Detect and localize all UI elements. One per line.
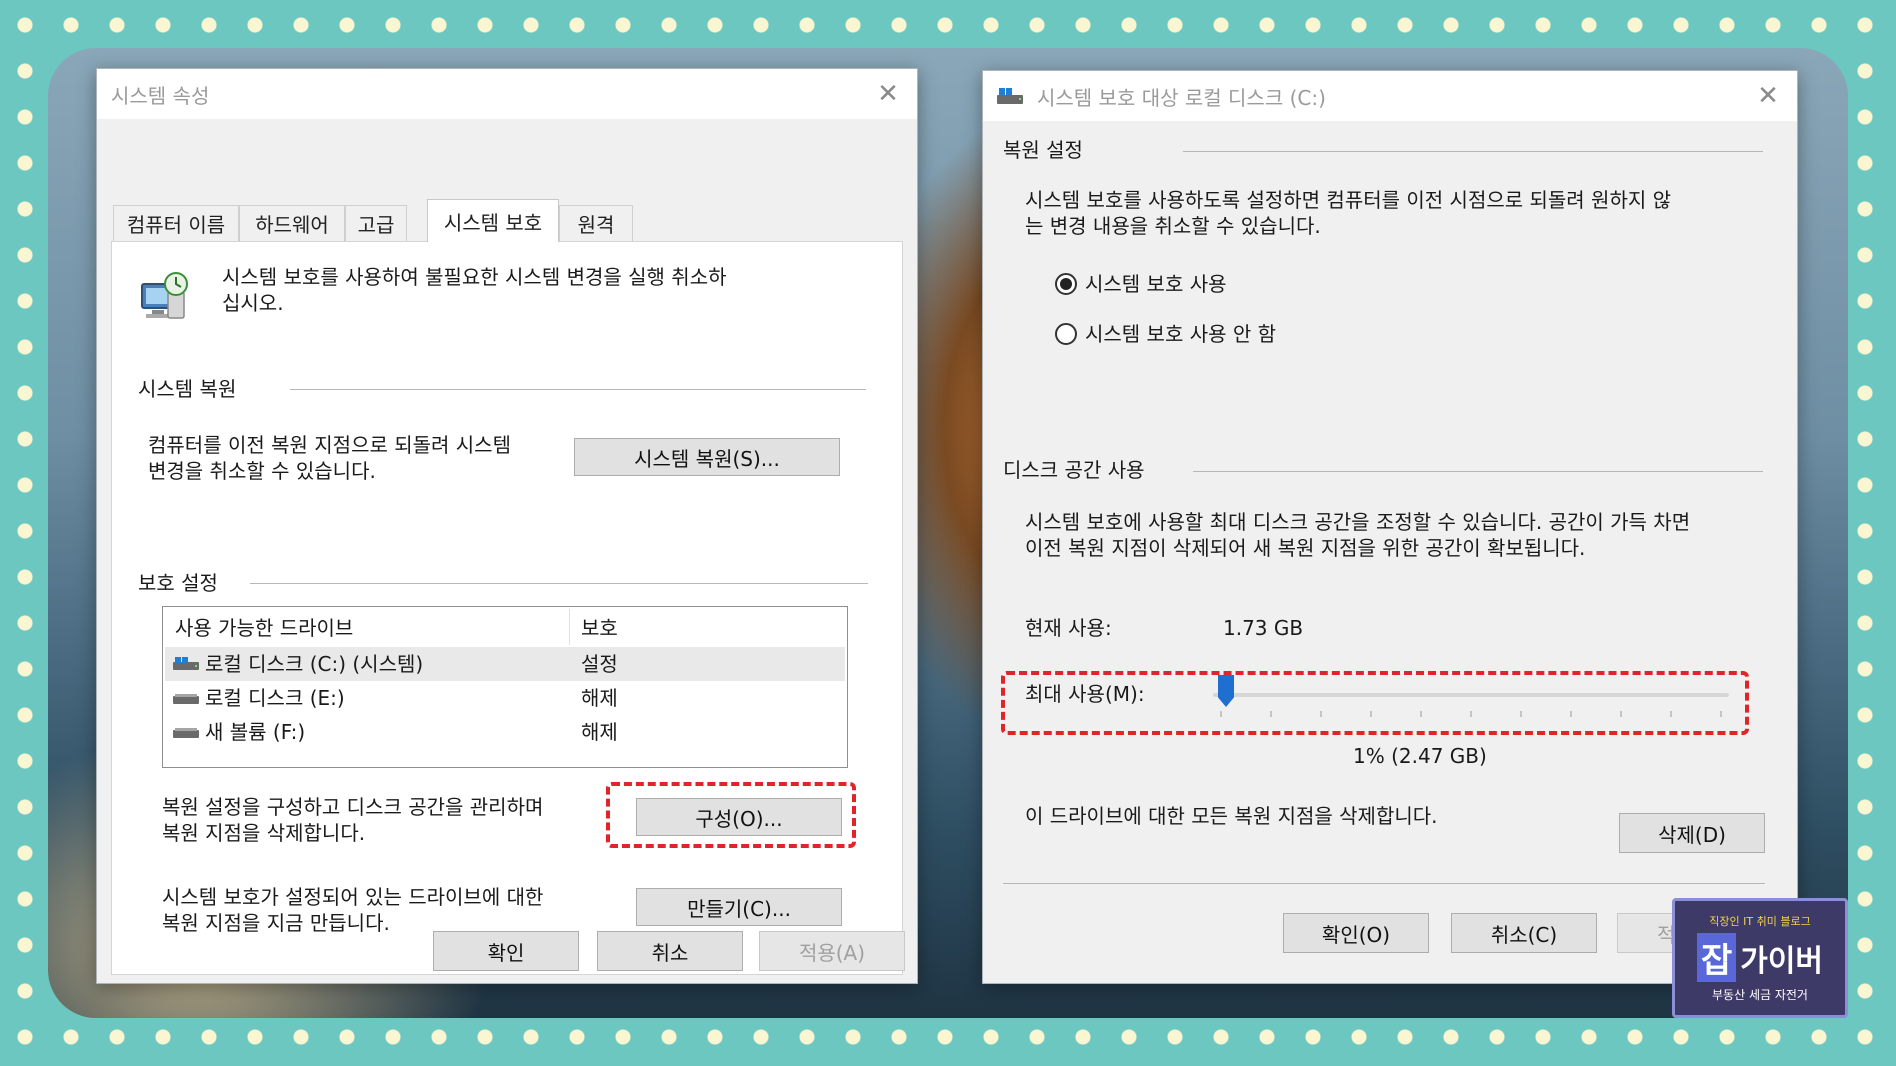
logo-bottom-text: 부동산 세금 자전거 bbox=[1712, 988, 1808, 1002]
drive-name: 새 볼륨 (F:) bbox=[205, 720, 306, 744]
close-icon[interactable]: ✕ bbox=[871, 77, 905, 111]
logo-main-text: 잡 가이버 bbox=[1696, 933, 1824, 982]
restore-desc-line2: 변경을 취소할 수 있습니다. bbox=[148, 459, 376, 483]
system-protection-icon bbox=[141, 272, 188, 319]
current-usage-value: 1.73 GB bbox=[1223, 616, 1304, 640]
drive-name: 로컬 디스크 (C:) (시스템) bbox=[205, 652, 424, 676]
cancel-button[interactable]: 취소 bbox=[597, 931, 743, 971]
max-usage-value: 1% (2.47 GB) bbox=[1353, 744, 1487, 768]
blog-logo: 직장인 IT 취미 블로그 잡 가이버 부동산 세금 자전거 bbox=[1672, 898, 1848, 1018]
section-title-system-restore: 시스템 복원 bbox=[138, 377, 237, 401]
section-title-restore-settings: 복원 설정 bbox=[1003, 138, 1083, 162]
radio-enable-protection[interactable] bbox=[1055, 273, 1077, 295]
section-divider bbox=[250, 583, 868, 584]
slider-thumb[interactable] bbox=[1218, 675, 1234, 707]
ok-button[interactable]: 확인 bbox=[433, 931, 579, 971]
create-desc-line2: 복원 지점을 지금 만듭니다. bbox=[162, 911, 390, 935]
section-divider bbox=[1183, 151, 1763, 152]
restore-desc-line1: 컴퓨터를 이전 복원 지점으로 되돌려 시스템 bbox=[148, 433, 511, 457]
drives-table: 사용 가능한 드라이브 보호 로컬 디스크 (C:) (시스템) 설정 로컬 디… bbox=[162, 606, 848, 768]
button-label: 삭제(D) bbox=[1658, 822, 1726, 847]
system-protection-drive-dialog: 시스템 보호 대상 로컬 디스크 (C:) ✕ 복원 설정 시스템 보호를 사용… bbox=[982, 70, 1798, 984]
table-row[interactable]: 로컬 디스크 (C:) (시스템) 설정 bbox=[165, 647, 845, 681]
section-divider bbox=[1193, 471, 1763, 472]
radio-disable-label[interactable]: 시스템 보호 사용 안 함 bbox=[1085, 321, 1276, 347]
slider-track bbox=[1213, 693, 1729, 697]
tab-label: 하드웨어 bbox=[255, 213, 329, 237]
button-label: 구성(O)... bbox=[695, 806, 783, 831]
button-label: 확인 bbox=[487, 940, 525, 965]
create-button[interactable]: 만들기(C)... bbox=[636, 888, 842, 926]
restore-settings-desc-line2: 는 변경 내용을 취소할 수 있습니다. bbox=[1025, 214, 1321, 238]
button-label: 취소 bbox=[651, 940, 689, 965]
logo-main-a: 잡 bbox=[1696, 933, 1737, 982]
tab-hardware[interactable]: 하드웨어 bbox=[239, 205, 345, 241]
logo-top-text: 직장인 IT 취미 블로그 bbox=[1709, 915, 1811, 928]
apply-button[interactable]: 적용(A) bbox=[759, 931, 905, 971]
table-header-protection[interactable]: 보호 bbox=[581, 615, 618, 641]
section-title-protection-settings: 보호 설정 bbox=[138, 571, 218, 595]
close-icon[interactable]: ✕ bbox=[1751, 79, 1785, 113]
drive-icon bbox=[173, 728, 199, 738]
title-bar: 시스템 보호 대상 로컬 디스크 (C:) ✕ bbox=[983, 71, 1797, 121]
button-label: 적용(A) bbox=[798, 940, 866, 965]
radio-disable-protection[interactable] bbox=[1055, 323, 1077, 345]
drive-title-icon bbox=[997, 88, 1023, 104]
tab-label: 시스템 보호 bbox=[443, 210, 543, 235]
radio-enable-label[interactable]: 시스템 보호 사용 bbox=[1085, 271, 1227, 297]
tab-advanced[interactable]: 고급 bbox=[345, 205, 407, 241]
table-row[interactable]: 로컬 디스크 (E:) 해제 bbox=[165, 681, 845, 715]
tab-label: 컴퓨터 이름 bbox=[126, 213, 226, 237]
dialog-title: 시스템 속성 bbox=[111, 83, 210, 108]
button-label: 만들기(C)... bbox=[687, 896, 791, 921]
drive-status: 설정 bbox=[581, 652, 618, 676]
disk-usage-desc-line2: 이전 복원 지점이 삭제되어 새 복원 지점을 위한 공간이 확보됩니다. bbox=[1025, 536, 1586, 560]
configure-desc-line2: 복원 지점을 삭제합니다. bbox=[162, 821, 366, 845]
system-drive-icon bbox=[173, 657, 199, 670]
drive-status: 해제 bbox=[581, 686, 618, 710]
configure-button[interactable]: 구성(O)... bbox=[636, 798, 842, 836]
ok-button[interactable]: 확인(O) bbox=[1283, 913, 1429, 953]
intro-text-line2: 십시오. bbox=[222, 291, 284, 315]
drive-name: 로컬 디스크 (E:) bbox=[205, 686, 345, 710]
section-title-disk-usage: 디스크 공간 사용 bbox=[1003, 458, 1145, 482]
max-usage-label: 최대 사용(M): bbox=[1025, 682, 1145, 706]
table-row[interactable]: 새 볼륨 (F:) 해제 bbox=[165, 715, 845, 749]
drive-icon bbox=[173, 694, 199, 704]
intro-text-line1: 시스템 보호를 사용하여 불필요한 시스템 변경을 실행 취소하 bbox=[222, 265, 727, 289]
tab-label: 원격 bbox=[577, 213, 615, 237]
logo-main-b: 가이버 bbox=[1740, 943, 1824, 979]
restore-settings-desc-line1: 시스템 보호를 사용하도록 설정하면 컴퓨터를 이전 시점으로 되돌려 원하지 … bbox=[1025, 188, 1672, 212]
section-divider bbox=[290, 389, 866, 390]
dialog-title: 시스템 보호 대상 로컬 디스크 (C:) bbox=[1037, 85, 1326, 110]
title-bar: 시스템 속성 ✕ bbox=[97, 69, 917, 119]
footer-divider bbox=[1003, 883, 1765, 884]
tab-label: 고급 bbox=[357, 213, 395, 237]
disk-usage-desc-line1: 시스템 보호에 사용할 최대 디스크 공간을 조정할 수 있습니다. 공간이 가… bbox=[1025, 510, 1691, 534]
configure-desc-line1: 복원 설정을 구성하고 디스크 공간을 관리하며 bbox=[162, 795, 544, 819]
tab-panel: 시스템 보호를 사용하여 불필요한 시스템 변경을 실행 취소하 십시오. 시스… bbox=[111, 241, 903, 975]
cancel-button[interactable]: 취소(C) bbox=[1451, 913, 1597, 953]
slider-ticks bbox=[1220, 711, 1722, 717]
delete-button[interactable]: 삭제(D) bbox=[1619, 813, 1765, 853]
create-desc-line1: 시스템 보호가 설정되어 있는 드라이브에 대한 bbox=[162, 885, 544, 909]
button-label: 취소(C) bbox=[1490, 922, 1558, 947]
tab-computer-name[interactable]: 컴퓨터 이름 bbox=[113, 205, 239, 241]
tab-remote[interactable]: 원격 bbox=[559, 205, 633, 241]
button-label: 시스템 복원(S)... bbox=[634, 446, 780, 471]
current-usage-label: 현재 사용: bbox=[1025, 616, 1112, 640]
tab-system-protection[interactable]: 시스템 보호 bbox=[427, 199, 559, 242]
system-properties-dialog: 시스템 속성 ✕ 컴퓨터 이름 하드웨어 고급 시스템 보호 원격 시스템 보호… bbox=[96, 68, 918, 984]
delete-desc: 이 드라이브에 대한 모든 복원 지점을 삭제합니다. bbox=[1025, 804, 1438, 828]
column-separator bbox=[569, 609, 570, 645]
button-label: 확인(O) bbox=[1321, 922, 1391, 947]
table-header-drive[interactable]: 사용 가능한 드라이브 bbox=[175, 615, 353, 641]
max-usage-slider[interactable] bbox=[1213, 675, 1729, 725]
system-restore-button[interactable]: 시스템 복원(S)... bbox=[574, 438, 840, 476]
drive-status: 해제 bbox=[581, 720, 618, 744]
